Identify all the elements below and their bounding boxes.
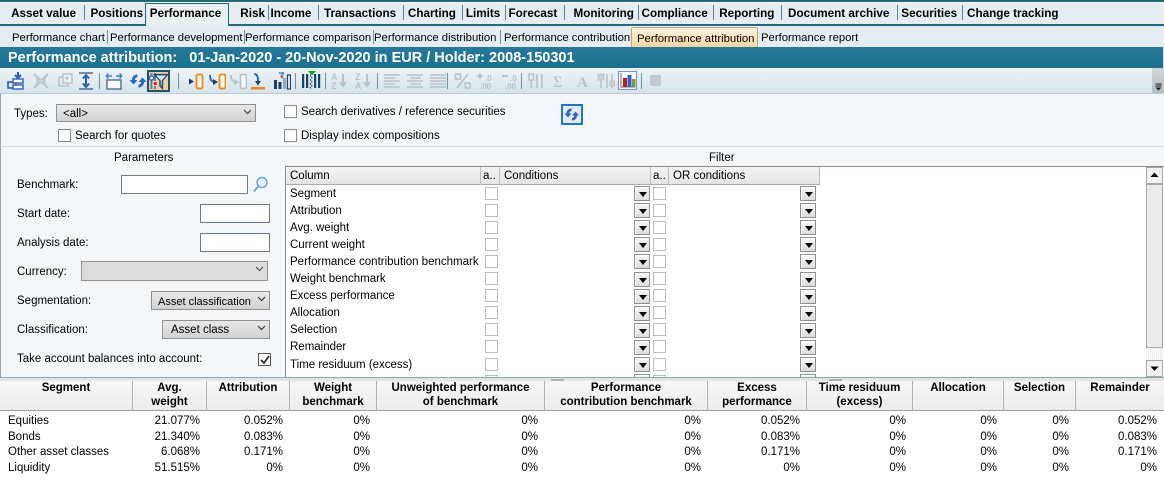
svg-text:.00: .00 bbox=[505, 82, 517, 90]
svg-text:A: A bbox=[355, 81, 362, 90]
svg-text:Σ: Σ bbox=[553, 74, 562, 90]
svg-text:Z: Z bbox=[331, 81, 337, 90]
svg-text:A: A bbox=[577, 75, 588, 90]
svg-text:.00: .00 bbox=[480, 82, 492, 90]
